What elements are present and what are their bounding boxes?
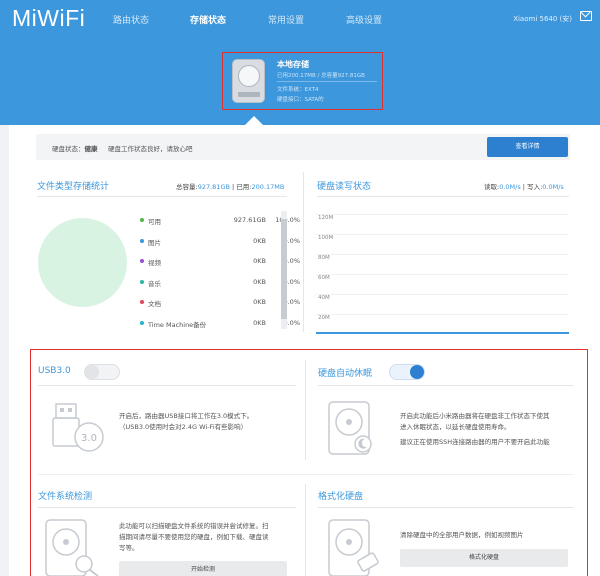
- file-type-name: 图片: [148, 238, 161, 247]
- y-label-40: 40M: [318, 295, 330, 301]
- fscheck-desc-2: 描期间请尽量不要使用您的硬盘，例如下载、硬盘读: [119, 533, 269, 541]
- usb3-toggle[interactable]: [84, 364, 120, 380]
- file-type-size: 0KB: [253, 318, 266, 327]
- file-type-size: 0KB: [253, 236, 266, 245]
- file-type-size: 0KB: [253, 298, 266, 306]
- nav-advanced-settings[interactable]: 高级设置: [346, 13, 382, 26]
- nav-router-status[interactable]: 路由状态: [113, 13, 149, 26]
- storage-summary: 本地存储 已用200.17MB / 总容量927.81GB 文件系统：EXT4 …: [222, 52, 383, 110]
- view-details-button[interactable]: 查看详情: [487, 137, 568, 157]
- file-type-name: 文档: [148, 300, 161, 308]
- legend-dot: [140, 259, 144, 263]
- format-disk-button[interactable]: 格式化硬盘: [400, 549, 568, 567]
- storage-interface: 硬盘接口：SATA的: [277, 97, 324, 103]
- sleep-desc-3: 建议正在使用SSH连接路由器的用户不要开启此功能: [400, 438, 550, 446]
- format-title: 格式化硬盘: [318, 492, 364, 502]
- file-stats-title: 文件类型存储统计: [37, 182, 110, 192]
- mail-icon[interactable]: [580, 11, 592, 21]
- file-type-size: 927.61GB: [233, 216, 266, 224]
- storage-filesystem: 文件系统：EXT4: [277, 87, 319, 93]
- rw-speeds: 读取:0.0M/s | 写入:0.0M/s: [484, 183, 564, 191]
- features-highlight: [30, 349, 588, 576]
- rw-chart: 120M 100M 80M 60M 40M 20M: [316, 208, 569, 334]
- rw-status-title: 硬盘读写状态: [317, 182, 372, 192]
- usb3-desc-1: 开启后，路由器USB接口将工作在3.0模式下。: [119, 412, 254, 420]
- file-type-name: Time Machine备份: [148, 320, 207, 329]
- fscheck-desc-1: 此功能可以扫描硬盘文件系统的错误并尝试修复。扫: [119, 522, 269, 530]
- disk-format-icon: [328, 519, 379, 576]
- storage-donut-chart: [38, 218, 127, 307]
- disk-status-message: 硬盘工作状态良好，请放心吧: [108, 145, 193, 153]
- y-label-100: 100M: [318, 235, 334, 241]
- disk-sleep-icon: [328, 401, 372, 455]
- file-stats-totals: 总容量:927.81GB | 已用:200.17MB: [176, 183, 285, 191]
- fscheck-title: 文件系统检测: [38, 492, 93, 502]
- disk-check-icon: [45, 519, 99, 576]
- legend-dot: [140, 320, 144, 325]
- disk-status-label: 硬盘状态：健康: [52, 145, 98, 153]
- legend-dot: [140, 279, 144, 284]
- hard-disk-icon: [232, 59, 265, 103]
- y-label-120: 120M: [318, 215, 334, 221]
- storage-usage: 已用200.17MB / 总容量927.81GB: [277, 73, 365, 79]
- usb-icon: 3.0: [52, 403, 104, 452]
- y-label-80: 80M: [318, 255, 330, 261]
- start-check-button[interactable]: 开始检测: [119, 561, 287, 576]
- fscheck-desc-3: 写等。: [119, 544, 139, 552]
- legend-dot: [140, 300, 144, 304]
- nav-storage-status[interactable]: 存储状态: [190, 13, 226, 26]
- logo[interactable]: MiWiFi: [12, 5, 85, 32]
- sleep-toggle[interactable]: [389, 364, 425, 380]
- legend-dot: [140, 218, 144, 222]
- sleep-title: 硬盘自动休眠: [318, 369, 373, 379]
- file-type-name: 可用: [148, 218, 161, 226]
- storage-title: 本地存储: [277, 60, 309, 69]
- file-type-size: 0KB: [253, 257, 266, 265]
- file-list-scrollbar[interactable]: [281, 211, 287, 329]
- file-type-name: 视频: [148, 259, 161, 267]
- usb3-title: USB3.0: [38, 366, 71, 376]
- file-type-name: 音乐: [148, 279, 161, 288]
- rw-baseline: [316, 332, 569, 334]
- format-desc: 清除硬盘中的全部用户数据，例如视频图片: [400, 531, 524, 539]
- y-label-60: 60M: [318, 275, 330, 281]
- nav-common-settings[interactable]: 常用设置: [268, 13, 304, 26]
- legend-dot: [140, 238, 144, 243]
- disk-status-value: 健康: [84, 145, 98, 153]
- usb-version-badge: 3.0: [81, 433, 97, 444]
- y-label-20: 20M: [318, 315, 330, 321]
- device-name[interactable]: Xiaomi 5640 (安): [513, 14, 572, 24]
- file-type-size: 0KB: [253, 277, 266, 286]
- sleep-desc-1: 开启此功能后小米路由器将在硬盘非工作状态下使其: [400, 412, 550, 420]
- sleep-desc-2: 进入休眠状态，以延长硬盘使用寿命。: [400, 423, 511, 431]
- usb3-desc-2: （USB3.0使用时会对2.4G Wi-Fi有些影响）: [119, 423, 248, 431]
